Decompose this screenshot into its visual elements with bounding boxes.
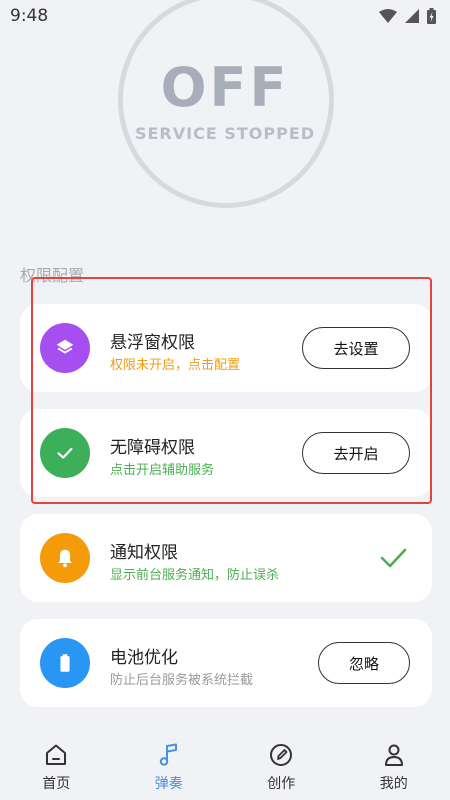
card-subtitle: 防止后台服务被系统拦截: [110, 673, 254, 688]
card-subtitle: 显示前台服务通知，防止误杀: [110, 568, 280, 583]
service-state-subtitle: SERVICE STOPPED: [134, 124, 316, 143]
card-accessibility-permission[interactable]: 无障碍权限 点击开启辅助服务 去开启: [20, 409, 432, 497]
bell-icon: [40, 533, 90, 583]
nav-label: 弹奏: [154, 776, 183, 792]
home-icon: [46, 744, 67, 765]
nav-label: 我的: [379, 776, 408, 792]
nav-label: 首页: [42, 776, 71, 792]
layers-icon: [40, 323, 90, 373]
battery-icon: [40, 638, 90, 688]
ignore-button[interactable]: 忽略: [318, 642, 410, 684]
nav-item-create[interactable]: 创作: [225, 732, 338, 800]
card-battery-optimization[interactable]: 电池优化 防止后台服务被系统拦截 忽略: [20, 619, 432, 707]
battery-icon: [427, 8, 436, 24]
nav-item-profile[interactable]: 我的: [338, 732, 450, 800]
service-state-label: OFF: [160, 56, 290, 119]
card-overlay-permission[interactable]: 悬浮窗权限 权限未开启，点击配置 去设置: [20, 304, 432, 392]
wifi-icon: [379, 9, 397, 23]
nav-item-play[interactable]: 弹奏: [113, 732, 226, 800]
nav-item-home[interactable]: 首页: [0, 732, 113, 800]
checkmark-icon: [380, 548, 407, 568]
status-icons: [379, 8, 436, 24]
music-note-icon: [159, 743, 177, 766]
bottom-nav: 首页 弹奏 创作 我的: [0, 732, 450, 800]
card-title: 悬浮窗权限: [110, 333, 195, 353]
card-title: 无障碍权限: [110, 438, 195, 458]
enable-service-button[interactable]: 去开启: [302, 432, 410, 474]
card-subtitle: 权限未开启，点击配置: [110, 358, 241, 373]
card-subtitle: 点击开启辅助服务: [110, 463, 215, 478]
signal-icon: [405, 9, 419, 23]
card-title: 电池优化: [110, 648, 178, 668]
nav-label: 创作: [267, 776, 296, 792]
card-title: 通知权限: [110, 543, 178, 563]
edit-icon: [270, 744, 293, 766]
go-settings-button[interactable]: 去设置: [302, 327, 410, 369]
check-circle-icon: [40, 428, 90, 478]
status-time: 9:48: [10, 6, 49, 26]
card-notification-permission[interactable]: 通知权限 显示前台服务通知，防止误杀: [20, 514, 432, 602]
section-title: 权限配置: [20, 266, 85, 285]
user-icon: [384, 744, 403, 766]
